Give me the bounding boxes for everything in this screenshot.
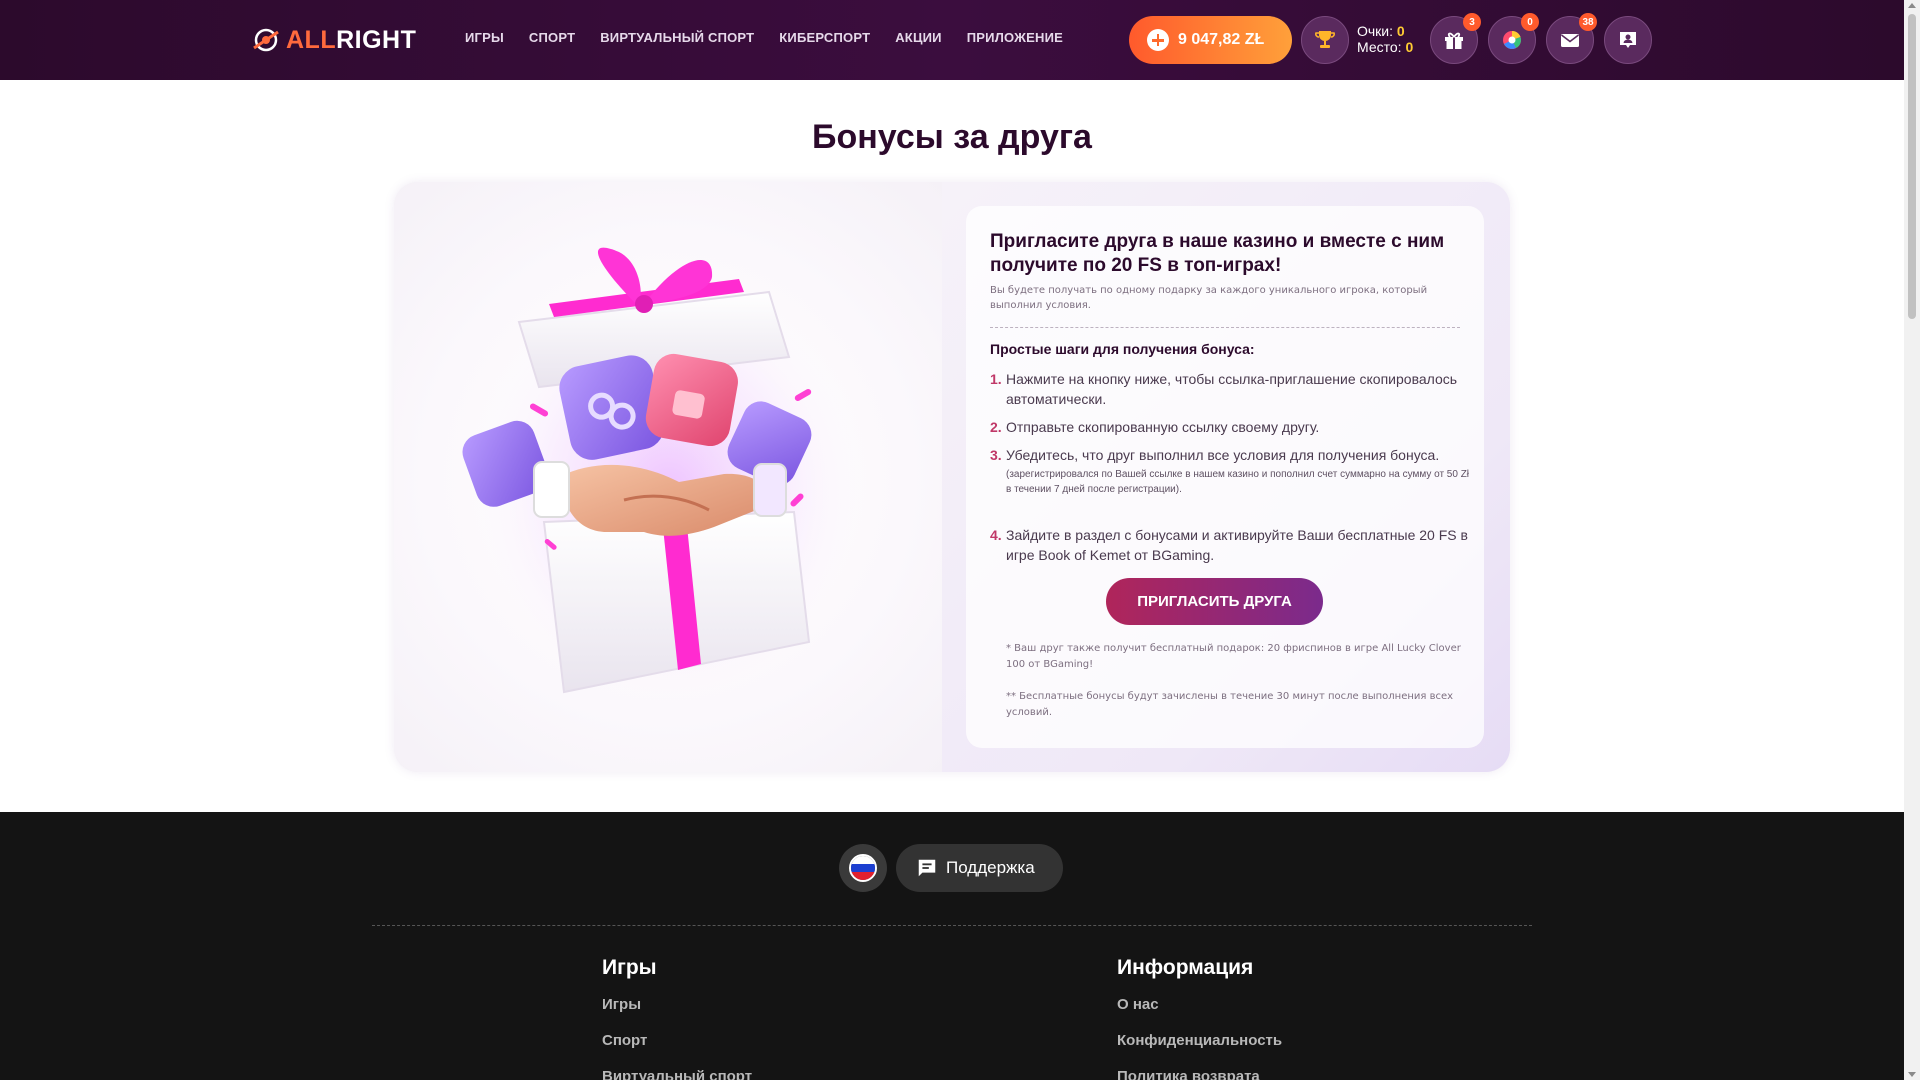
step-text: Нажмите на кнопку ниже, чтобы ссылка-при… [1006, 371, 1458, 407]
divider [990, 327, 1460, 328]
gifts-button[interactable]: 3 [1430, 13, 1481, 64]
invite-info-box: Пригласите друга в наше казино и вместе … [966, 206, 1484, 748]
trophy-icon [1315, 31, 1335, 48]
step-4: 4. Зайдите в раздел с бонусами и активир… [990, 525, 1470, 565]
ru-flag-icon [849, 854, 877, 882]
gift-icon [1445, 32, 1463, 49]
step-2: 2. Отправьте скопированную ссылку своему… [990, 417, 1470, 437]
page-title: Бонусы за друга [812, 118, 1092, 156]
profile-button[interactable] [1604, 16, 1652, 64]
place-label: Место: [1357, 39, 1402, 55]
plus-icon [1147, 29, 1169, 51]
steps-title: Простые шаги для получения бонуса: [990, 341, 1255, 357]
profile-icon [1620, 32, 1636, 48]
invite-info-panel: Пригласите друга в наше казино и вместе … [942, 182, 1510, 772]
messages-badge: 38 [1579, 13, 1597, 31]
footer-link-sport[interactable]: Спорт [602, 1032, 752, 1068]
main-nav: ИГРЫ СПОРТ ВИРТУАЛЬНЫЙ СПОРТ КИБЕРСПОРТ … [465, 30, 1063, 45]
step-text: Зайдите в раздел с бонусами и активируйт… [1006, 527, 1468, 563]
tournament-button[interactable] [1301, 16, 1349, 64]
nav-virtual-sport[interactable]: ВИРТУАЛЬНЫЙ СПОРТ [600, 30, 754, 45]
nav-games[interactable]: ИГРЫ [465, 30, 504, 45]
nav-app[interactable]: ПРИЛОЖЕНИЕ [967, 30, 1063, 45]
footer-link-about[interactable]: О нас [1117, 996, 1282, 1032]
messages-button[interactable]: 38 [1546, 13, 1597, 64]
logo-text-all: ALL [286, 25, 337, 54]
nav-promotions[interactable]: АКЦИИ [895, 30, 942, 45]
scroll-down-arrow-icon[interactable] [1908, 1072, 1916, 1077]
support-button[interactable]: Поддержка [896, 844, 1063, 892]
footer: Поддержка Игры Игры Спорт Виртуальный сп… [0, 812, 1904, 1080]
footer-divider [372, 925, 1532, 926]
scroll-up-arrow-icon[interactable] [1908, 3, 1916, 8]
place-value: 0 [1405, 39, 1414, 55]
footer-info-title: Информация [1117, 956, 1254, 979]
footer-link-privacy[interactable]: Конфиденциальность [1117, 1032, 1282, 1068]
crediting-note: ** Бесплатные бонусы будут зачислены в т… [1006, 691, 1454, 718]
support-label: Поддержка [946, 858, 1035, 877]
footer-info-column: Информация О нас Конфиденциальность Поли… [1117, 956, 1282, 1080]
invite-friend-button[interactable]: ПРИГЛАСИТЬ ДРУГА [1106, 578, 1323, 625]
points-label: Очки: [1357, 23, 1394, 39]
gifts-badge: 3 [1463, 13, 1481, 31]
balance-amount: 9 047,82 ZŁ [1178, 31, 1265, 48]
wheel-icon [1503, 30, 1521, 49]
gift-illustration-panel [394, 182, 942, 772]
step-number: 2. [990, 419, 1002, 435]
step-number: 3. [990, 447, 1002, 463]
step-1: 1. Нажмите на кнопку ниже, чтобы ссылка-… [990, 369, 1470, 409]
header: ALLRIGHT ИГРЫ СПОРТ ВИРТУАЛЬНЫЙ СПОРТ КИ… [0, 0, 1904, 80]
step-3: 3. Убедитесь, что друг выполнил все усло… [990, 445, 1470, 497]
step-number: 1. [990, 371, 1002, 387]
gift-handshake-illustration [462, 247, 869, 712]
bonus-card: Пригласите друга в наше казино и вместе … [394, 182, 1510, 772]
logo[interactable]: ALLRIGHT [250, 22, 416, 58]
step-text: Отправьте скопированную ссылку своему др… [1006, 419, 1320, 435]
footer-link-virtual-sport[interactable]: Виртуальный спорт [602, 1068, 752, 1080]
nav-sport[interactable]: СПОРТ [529, 30, 575, 45]
mail-icon [1561, 34, 1579, 47]
footer-games-title: Игры [602, 956, 657, 979]
logo-text-right: RIGHT [336, 25, 417, 54]
step-text: Убедитесь, что друг выполнил все условия… [1006, 447, 1440, 463]
page-scrollbar[interactable] [1904, 0, 1920, 1080]
footer-games-column: Игры Игры Спорт Виртуальный спорт [602, 956, 752, 1080]
scrollbar-thumb[interactable] [1908, 14, 1916, 319]
points-value: 0 [1396, 23, 1405, 39]
logo-icon [253, 28, 279, 52]
friend-gift-note: * Ваш друг также получит бесплатный пода… [1006, 643, 1461, 670]
invite-title: Пригласите друга в наше казино и вместе … [990, 231, 1445, 276]
footer-link-refund[interactable]: Политика возврата [1117, 1068, 1282, 1080]
language-button[interactable] [839, 844, 887, 892]
step-number: 4. [990, 527, 1002, 543]
footer-link-games[interactable]: Игры [602, 996, 752, 1032]
score-block: Очки: 0 Место: 0 [1357, 23, 1413, 55]
balance-button[interactable]: 9 047,82 ZŁ [1129, 16, 1292, 64]
chat-icon [918, 859, 936, 877]
wheel-button[interactable]: 0 [1488, 13, 1539, 64]
nav-esport[interactable]: КИБЕРСПОРТ [779, 30, 870, 45]
wheel-badge: 0 [1521, 13, 1539, 31]
step-note: (зарегистрировался по Вашей ссылке в наш… [1006, 469, 1470, 495]
invite-subtitle: Вы будете получать по одному подарку за … [990, 285, 1428, 311]
